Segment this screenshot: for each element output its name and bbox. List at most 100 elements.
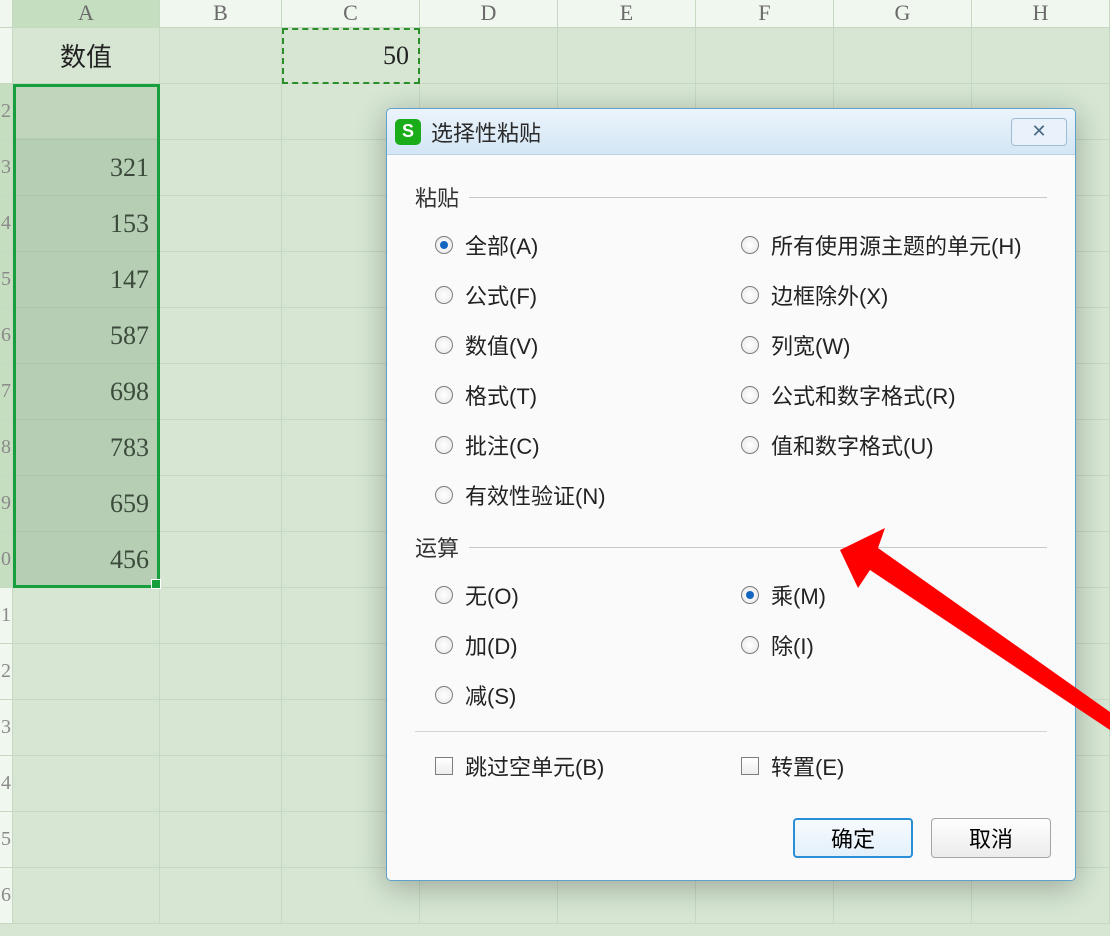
close-button[interactable]: ✕ — [1011, 118, 1067, 146]
row-header[interactable] — [0, 28, 13, 84]
row-header[interactable]: 3 — [0, 700, 13, 756]
radio-icon — [435, 486, 453, 504]
col-header-C[interactable]: C — [282, 0, 420, 27]
radio-formulas[interactable]: 公式(F) — [435, 279, 741, 311]
cell[interactable] — [160, 364, 282, 420]
row-header[interactable]: 2 — [0, 644, 13, 700]
col-header-H[interactable]: H — [972, 0, 1110, 27]
select-all-corner[interactable] — [0, 0, 13, 27]
radio-icon — [435, 686, 453, 704]
cell[interactable]: 783 — [13, 420, 160, 476]
dialog-titlebar[interactable]: S 选择性粘贴 ✕ — [387, 109, 1075, 155]
cell[interactable] — [160, 532, 282, 588]
radio-all-theme[interactable]: 所有使用源主题的单元(H) — [741, 229, 1047, 261]
cell[interactable]: 50 — [282, 28, 420, 84]
col-header-F[interactable]: F — [696, 0, 834, 27]
divider-line — [469, 547, 1047, 548]
row-header[interactable]: 6 — [0, 868, 13, 924]
radio-op-subtract[interactable]: 减(S) — [435, 679, 741, 711]
ok-button[interactable]: 确定 — [793, 818, 913, 858]
row-header[interactable]: 2 — [0, 84, 13, 140]
row-header[interactable]: 4 — [0, 756, 13, 812]
radio-icon — [741, 636, 759, 654]
radio-op-multiply[interactable]: 乘(M) — [741, 579, 1047, 611]
cell[interactable] — [160, 140, 282, 196]
cell[interactable] — [160, 756, 282, 812]
radio-label: 格式(T) — [465, 379, 537, 411]
radio-no-border[interactable]: 边框除外(X) — [741, 279, 1047, 311]
column-headers: ABCDEFGH — [0, 0, 1110, 28]
radio-validation[interactable]: 有效性验证(N) — [435, 479, 741, 511]
row-header[interactable]: 8 — [0, 420, 13, 476]
cell[interactable] — [160, 868, 282, 924]
cell[interactable] — [13, 868, 160, 924]
cell[interactable]: 659 — [13, 476, 160, 532]
cell[interactable] — [160, 588, 282, 644]
col-header-G[interactable]: G — [834, 0, 972, 27]
col-header-B[interactable]: B — [160, 0, 282, 27]
row-header[interactable]: 3 — [0, 140, 13, 196]
cell[interactable] — [160, 308, 282, 364]
cell[interactable] — [160, 476, 282, 532]
col-header-A[interactable]: A — [13, 0, 160, 27]
cell[interactable] — [13, 812, 160, 868]
cell[interactable]: 587 — [13, 308, 160, 364]
cell[interactable] — [160, 812, 282, 868]
radio-op-add[interactable]: 加(D) — [435, 629, 741, 661]
cell[interactable] — [160, 28, 282, 84]
radio-icon — [435, 286, 453, 304]
cell[interactable]: 698 — [13, 364, 160, 420]
radio-icon — [741, 386, 759, 404]
radio-icon — [741, 586, 759, 604]
radio-col-width[interactable]: 列宽(W) — [741, 329, 1047, 361]
cell[interactable]: 456 — [13, 532, 160, 588]
cell[interactable] — [13, 700, 160, 756]
check-transpose[interactable]: 转置(E) — [741, 750, 1047, 782]
cell[interactable] — [972, 28, 1110, 84]
cell[interactable] — [420, 28, 558, 84]
radio-formula-num-fmt[interactable]: 公式和数字格式(R) — [741, 379, 1047, 411]
col-header-E[interactable]: E — [558, 0, 696, 27]
cell[interactable] — [160, 420, 282, 476]
cell[interactable] — [13, 588, 160, 644]
radio-formats[interactable]: 格式(T) — [435, 379, 741, 411]
radio-value-num-fmt[interactable]: 值和数字格式(U) — [741, 429, 1047, 461]
cell[interactable] — [160, 252, 282, 308]
cell[interactable] — [160, 644, 282, 700]
check-skip-blanks[interactable]: 跳过空单元(B) — [435, 750, 741, 782]
radio-label: 值和数字格式(U) — [771, 429, 934, 461]
cancel-button[interactable]: 取消 — [931, 818, 1051, 858]
cell[interactable] — [13, 756, 160, 812]
row-header[interactable]: 7 — [0, 364, 13, 420]
checkbox-icon — [741, 757, 759, 775]
row-header[interactable]: 4 — [0, 196, 13, 252]
row-header[interactable]: 9 — [0, 476, 13, 532]
radio-paste-all[interactable]: 全部(A) — [435, 229, 741, 261]
row-header[interactable]: 1 — [0, 588, 13, 644]
cell[interactable]: 321 — [13, 140, 160, 196]
cell[interactable]: 123 — [13, 84, 160, 140]
cell[interactable] — [558, 28, 696, 84]
radio-icon — [435, 436, 453, 454]
cell[interactable] — [160, 196, 282, 252]
cell[interactable] — [160, 700, 282, 756]
row-header[interactable]: 5 — [0, 252, 13, 308]
col-header-D[interactable]: D — [420, 0, 558, 27]
cell[interactable] — [160, 84, 282, 140]
cell[interactable]: 数值 — [13, 28, 160, 84]
cell[interactable]: 153 — [13, 196, 160, 252]
row-header[interactable]: 6 — [0, 308, 13, 364]
cell[interactable] — [13, 644, 160, 700]
row-header[interactable]: 0 — [0, 532, 13, 588]
cell[interactable] — [834, 28, 972, 84]
cell[interactable] — [696, 28, 834, 84]
radio-values[interactable]: 数值(V) — [435, 329, 741, 361]
radio-op-divide[interactable]: 除(I) — [741, 629, 1047, 661]
row-header[interactable]: 5 — [0, 812, 13, 868]
cell[interactable]: 147 — [13, 252, 160, 308]
radio-label: 数值(V) — [465, 329, 538, 361]
radio-comments[interactable]: 批注(C) — [435, 429, 741, 461]
radio-op-none[interactable]: 无(O) — [435, 579, 741, 611]
section-operation-label: 运算 — [415, 531, 459, 563]
radio-label: 加(D) — [465, 629, 518, 661]
